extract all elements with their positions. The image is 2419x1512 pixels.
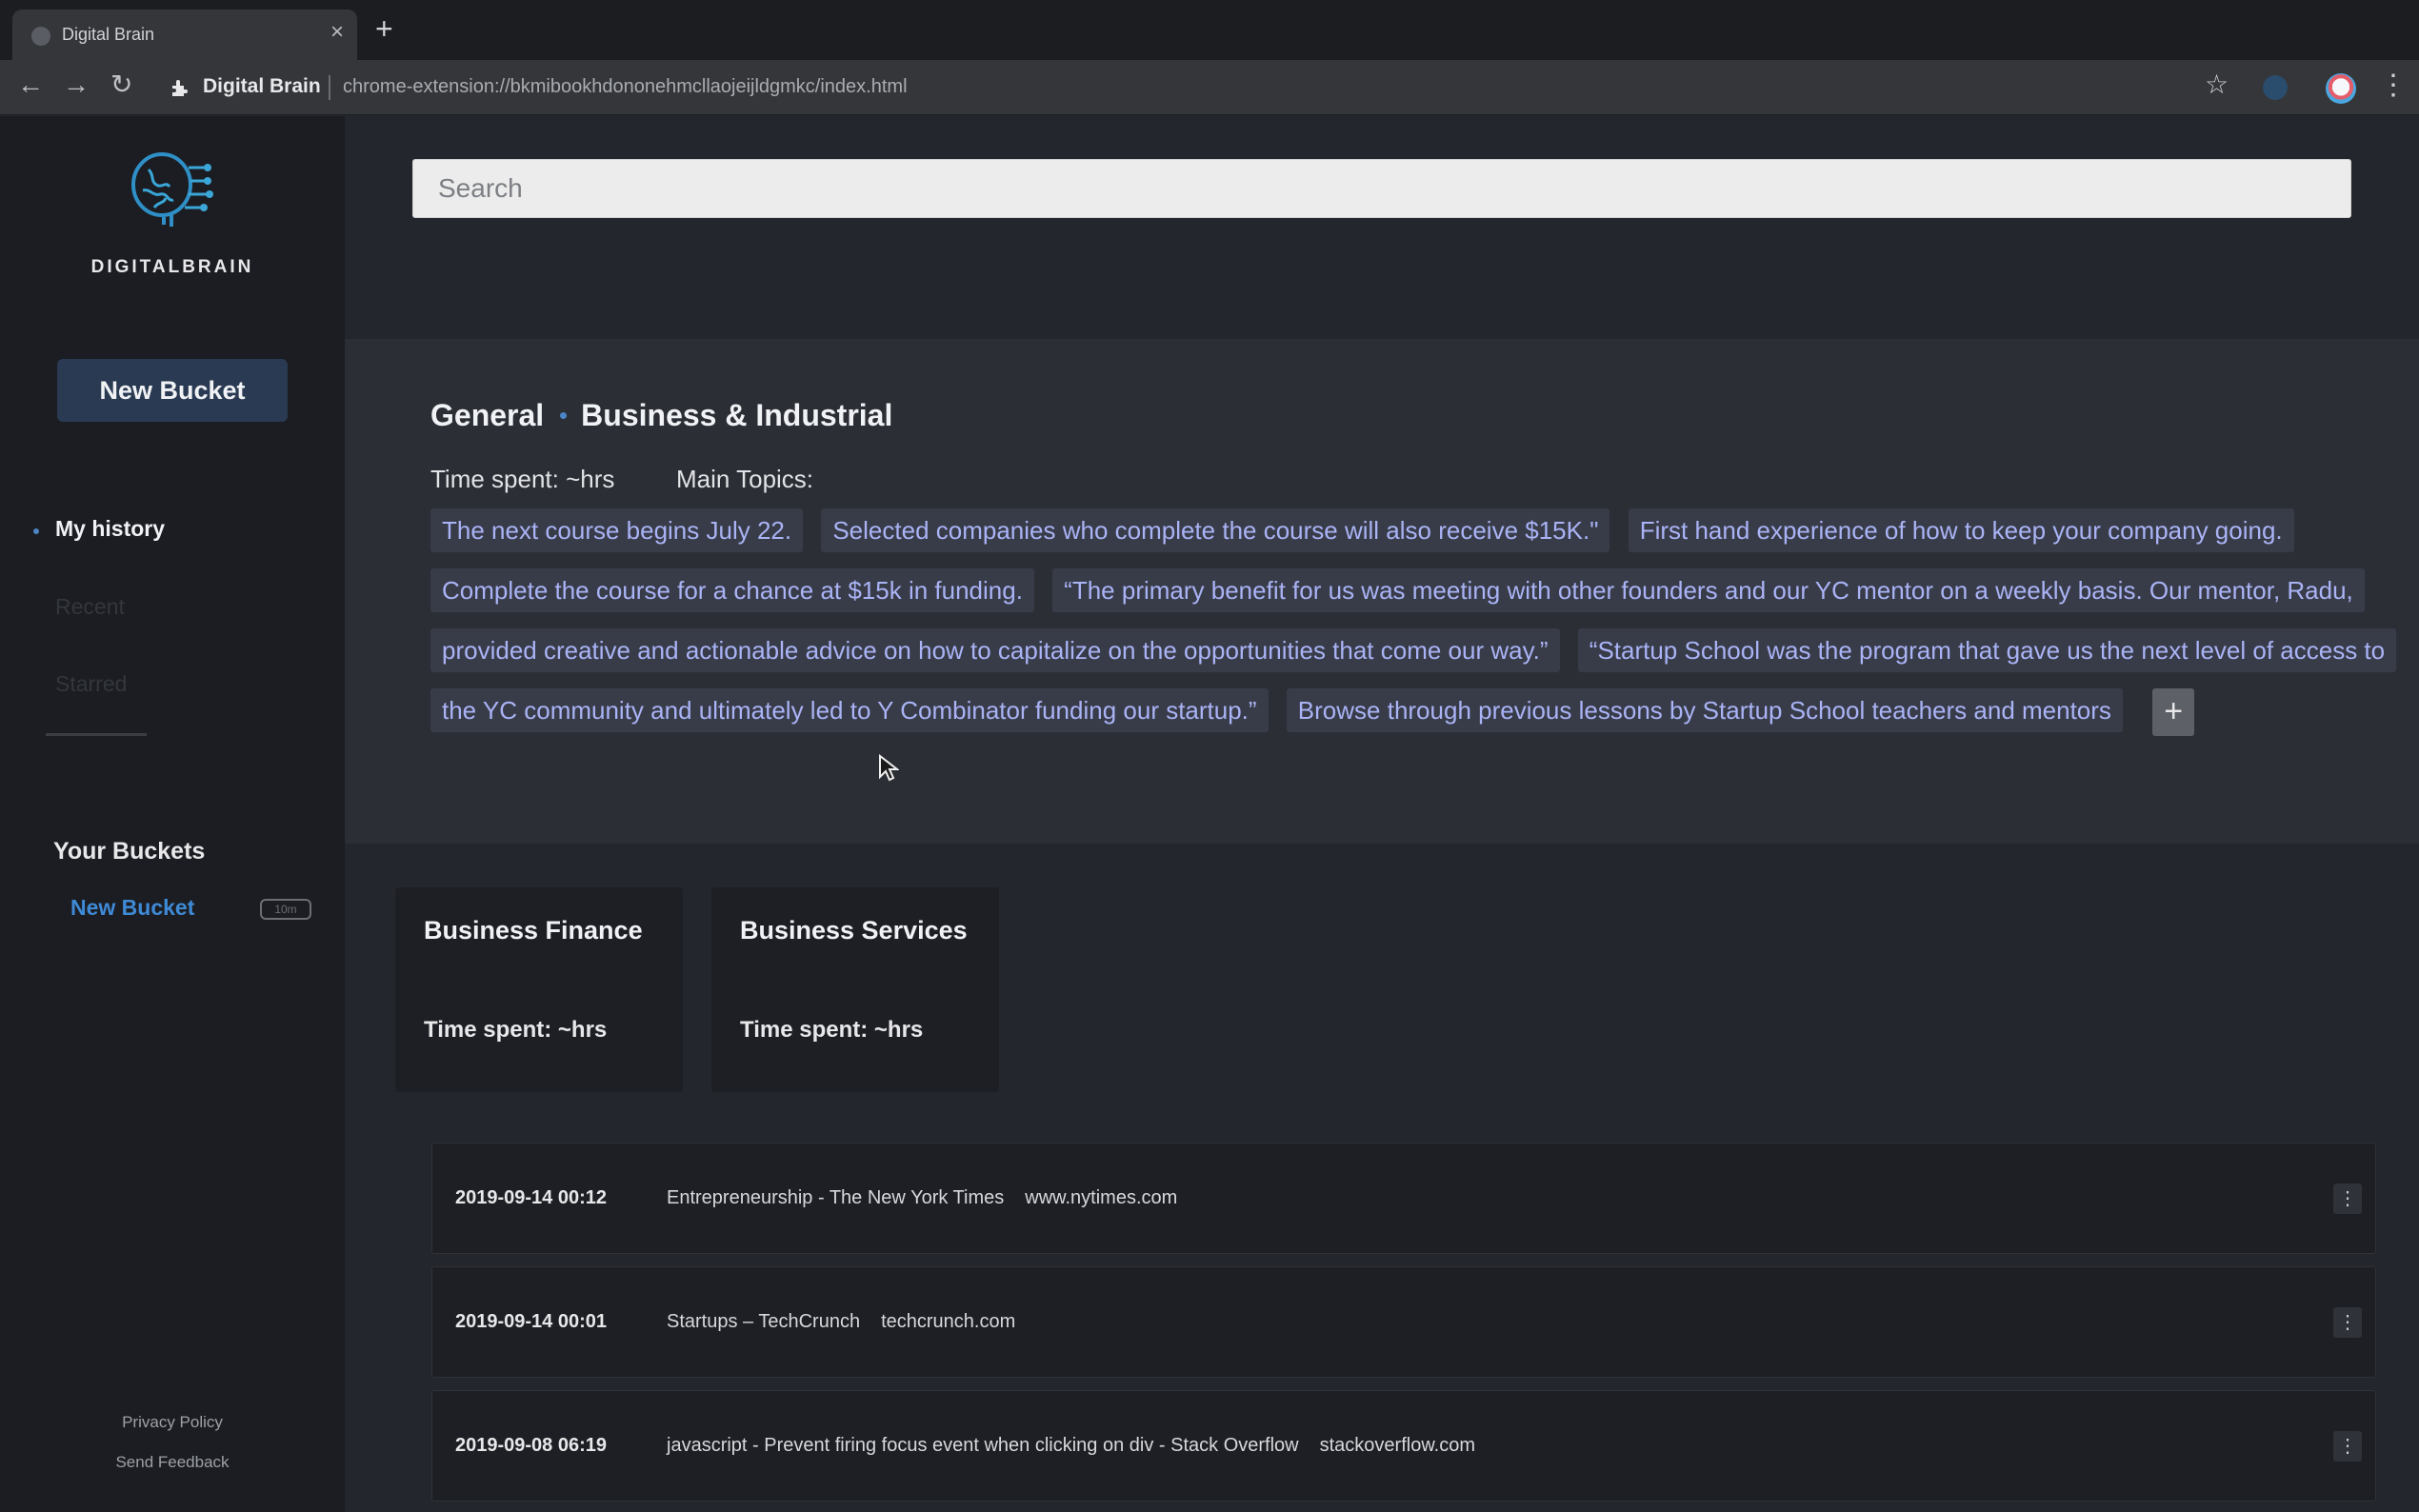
history-domain: stackoverflow.com: [1319, 1435, 1475, 1456]
history-date: 2019-09-14 00:01: [455, 1311, 608, 1332]
crumb-general[interactable]: General: [430, 398, 544, 433]
browser-menu-icon[interactable]: ⋮: [2379, 71, 2408, 100]
new-bucket-button[interactable]: New Bucket: [57, 359, 288, 422]
new-tab-icon[interactable]: +: [375, 13, 393, 44]
history-domain: techcrunch.com: [881, 1311, 1016, 1332]
site-name: Digital Brain: [203, 75, 321, 97]
send-feedback-link[interactable]: Send Feedback: [0, 1453, 345, 1472]
reload-icon[interactable]: ↻: [110, 71, 132, 98]
subcategory-card-business-services[interactable]: Business Services Time spent: ~hrs: [711, 887, 999, 1092]
topic-tag[interactable]: First hand experience of how to keep you…: [1628, 508, 2294, 552]
subcategory-card-business-finance[interactable]: Business Finance Time spent: ~hrs: [395, 887, 683, 1092]
back-icon[interactable]: ←: [17, 71, 44, 98]
row-menu-icon[interactable]: ⋮: [2333, 1307, 2362, 1338]
sidebar: DIGITALBRAIN New Bucket My history Recen…: [0, 116, 345, 1512]
topic-tag[interactable]: The next course begins July 22.: [430, 508, 804, 552]
address-bar: ← → ↻ Digital Brain chrome-extension://b…: [0, 60, 2419, 115]
topic-time-spent: Time spent: ~hrs: [430, 465, 615, 493]
history-title-line: javascript - Prevent firing focus event …: [667, 1435, 1475, 1457]
url-separator: [329, 75, 330, 100]
history-domain: www.nytimes.com: [1025, 1187, 1178, 1208]
history-title[interactable]: javascript - Prevent firing focus event …: [667, 1435, 1299, 1456]
topic-tag[interactable]: Complete the course for a chance at $15k…: [430, 568, 1034, 612]
bucket-time-badge: 10m: [260, 899, 311, 920]
favicon-icon: [31, 27, 50, 46]
url-text[interactable]: chrome-extension://bkmibookhdononehmclla…: [343, 76, 908, 98]
add-topic-button[interactable]: +: [2152, 688, 2195, 737]
browser-tab-strip: Digital Brain × +: [0, 0, 2419, 60]
search-input[interactable]: [412, 159, 2351, 218]
history-title[interactable]: Entrepreneurship - The New York Times: [667, 1187, 1004, 1208]
bookmark-star-icon[interactable]: ☆: [2205, 71, 2229, 98]
card-time-spent: Time spent: ~hrs: [740, 1017, 924, 1043]
extension-brain-icon[interactable]: [2263, 75, 2288, 100]
tab-title: Digital Brain: [62, 25, 155, 44]
close-tab-icon[interactable]: ×: [330, 21, 344, 44]
brain-logo-icon: [122, 141, 217, 236]
topic-panel: General Business & Industrial Time spent…: [345, 339, 2419, 844]
history-title[interactable]: Startups – TechCrunch: [667, 1311, 860, 1332]
topic-tags: The next course begins July 22. Selected…: [430, 501, 2402, 741]
extension-icon: [170, 77, 190, 98]
history-row[interactable]: 2019-09-08 06:19 javascript - Prevent fi…: [431, 1390, 2376, 1502]
your-buckets-heading: Your Buckets: [53, 838, 206, 865]
crumb-separator-dot: [560, 412, 568, 419]
card-title: Business Finance: [424, 916, 643, 945]
nav-my-history[interactable]: My history: [55, 516, 165, 542]
history-title-line: Startups – TechCrunch techcrunch.com: [667, 1311, 1015, 1333]
nav-recent[interactable]: Recent: [55, 594, 125, 620]
history-title-line: Entrepreneurship - The New York Times www…: [667, 1187, 1177, 1209]
history-row[interactable]: 2019-09-14 00:01 Startups – TechCrunch te…: [431, 1266, 2376, 1378]
row-menu-icon[interactable]: ⋮: [2333, 1431, 2362, 1462]
brand-name: DIGITALBRAIN: [90, 257, 254, 277]
topic-breadcrumb: General Business & Industrial: [430, 398, 892, 433]
active-nav-indicator: [33, 528, 39, 534]
history-date: 2019-09-08 06:19: [455, 1435, 608, 1456]
card-title: Business Services: [740, 916, 968, 945]
privacy-policy-link[interactable]: Privacy Policy: [0, 1413, 345, 1432]
row-menu-icon[interactable]: ⋮: [2333, 1184, 2362, 1214]
card-time-spent: Time spent: ~hrs: [424, 1017, 608, 1043]
bucket-link-new-bucket[interactable]: New Bucket: [70, 895, 194, 921]
topic-tag[interactable]: Browse through previous lessons by Start…: [1286, 688, 2123, 732]
history-date: 2019-09-14 00:12: [455, 1187, 608, 1208]
forward-icon[interactable]: →: [63, 71, 90, 98]
nav-divider: [46, 733, 147, 736]
browser-tab[interactable]: Digital Brain ×: [12, 10, 357, 60]
profile-avatar-icon[interactable]: [2326, 73, 2356, 104]
topic-tag[interactable]: Selected companies who complete the cour…: [821, 508, 1610, 552]
history-row[interactable]: 2019-09-14 00:12 Entrepreneurship - The …: [431, 1143, 2376, 1254]
main-topics-label: Main Topics:: [676, 465, 814, 493]
nav-starred[interactable]: Starred: [55, 671, 127, 697]
crumb-business-industrial: Business & Industrial: [581, 398, 893, 432]
